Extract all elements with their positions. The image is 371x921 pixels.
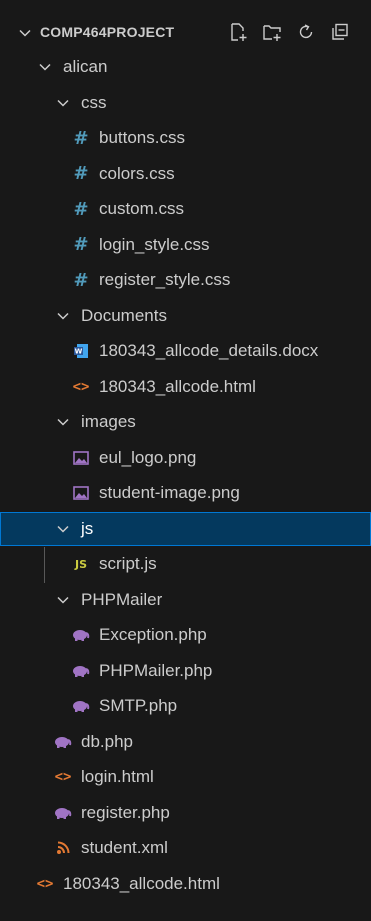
php-file-icon <box>54 804 72 822</box>
file-row[interactable]: Exception.php <box>0 618 371 652</box>
folder-label: Documents <box>81 305 167 325</box>
refresh-icon[interactable] <box>294 20 318 44</box>
file-label: PHPMailer.php <box>99 660 213 680</box>
file-row[interactable]: eul_logo.png <box>0 441 371 475</box>
php-file-icon <box>72 662 90 680</box>
svg-text:W: W <box>75 348 83 356</box>
collapse-all-icon[interactable] <box>328 20 352 44</box>
file-label: 180343_allcode_details.docx <box>99 341 319 360</box>
php-file-icon <box>54 733 72 751</box>
image-file-icon <box>72 484 90 502</box>
css-file-icon: # <box>73 127 89 149</box>
file-label: custom.css <box>99 199 185 218</box>
folder-label: images <box>81 412 136 431</box>
folder-row[interactable]: alican <box>0 50 371 84</box>
folder-label: js <box>81 518 94 538</box>
file-row[interactable]: # buttons.css <box>0 121 371 155</box>
file-row[interactable]: <> login.html <box>0 760 371 794</box>
chevron-down-icon <box>54 413 72 431</box>
file-label: 180343_allcode.html <box>99 376 256 396</box>
chevron-down-icon <box>54 94 72 112</box>
file-row[interactable]: # colors.css <box>0 157 371 191</box>
image-file-icon <box>72 449 90 467</box>
html-file-icon: <> <box>72 378 90 395</box>
css-file-icon: # <box>73 234 89 255</box>
explorer-header[interactable]: COMP464PROJECT <box>0 18 371 48</box>
file-label: eul_logo.png <box>99 447 197 467</box>
folder-label: alican <box>63 57 108 76</box>
folder-row[interactable]: images <box>0 405 371 439</box>
file-label: login_style.css <box>99 234 210 254</box>
chevron-down-icon <box>54 591 72 609</box>
css-file-icon: # <box>73 198 89 220</box>
project-title: COMP464PROJECT <box>40 24 175 40</box>
file-label: script.js <box>99 554 157 573</box>
folder-row[interactable]: PHPMailer <box>0 583 371 617</box>
file-label: register.php <box>81 802 170 822</box>
file-label: login.html <box>81 767 154 786</box>
file-row[interactable]: db.php <box>0 725 371 759</box>
file-row[interactable]: student.xml <box>0 831 371 865</box>
folder-row[interactable]: js <box>0 511 371 546</box>
docx-file-icon: W <box>72 342 90 360</box>
folder-row[interactable]: Documents <box>0 299 371 333</box>
new-folder-icon[interactable] <box>260 20 284 44</box>
chevron-down-icon[interactable] <box>18 25 32 45</box>
php-file-icon <box>72 626 90 644</box>
file-row[interactable]: W 180343_allcode_details.docx <box>0 334 371 368</box>
explorer-actions <box>226 20 352 44</box>
html-file-icon: <> <box>36 875 54 892</box>
css-file-icon: # <box>73 163 89 184</box>
file-row[interactable]: <> 180343_allcode.html <box>0 370 371 404</box>
file-row[interactable]: # custom.css <box>0 192 371 226</box>
file-label: student.xml <box>81 838 168 857</box>
file-label: register_style.css <box>99 270 231 289</box>
indent-guide <box>44 547 45 583</box>
html-file-icon: <> <box>54 769 72 785</box>
file-row[interactable]: # login_style.css <box>0 228 371 262</box>
file-label: db.php <box>81 731 133 751</box>
file-row[interactable]: SMTP.php <box>0 689 371 723</box>
folder-row[interactable]: css <box>0 86 371 120</box>
file-row[interactable]: # register_style.css <box>0 263 371 297</box>
chevron-down-icon <box>54 520 72 538</box>
file-label: Exception.php <box>99 625 207 644</box>
js-file-icon: JS <box>74 557 87 571</box>
folder-label: PHPMailer <box>81 589 163 609</box>
file-row[interactable]: PHPMailer.php <box>0 654 371 688</box>
css-file-icon: # <box>73 269 89 291</box>
folder-label: css <box>81 92 107 112</box>
rss-xml-file-icon <box>54 839 72 857</box>
file-row[interactable]: register.php <box>0 796 371 830</box>
file-label: 180343_allcode.html <box>63 873 220 893</box>
file-explorer: COMP464PROJECT alican css # buttons.css # col… <box>0 0 371 921</box>
file-label: buttons.css <box>99 128 185 147</box>
chevron-down-icon <box>54 307 72 325</box>
chevron-down-icon <box>36 58 54 76</box>
file-label: SMTP.php <box>99 696 178 715</box>
new-file-icon[interactable] <box>226 20 250 44</box>
file-label: colors.css <box>99 163 175 183</box>
file-row[interactable]: <> 180343_allcode.html <box>0 867 371 901</box>
file-row[interactable]: student-image.png <box>0 476 371 510</box>
file-row[interactable]: JS script.js <box>0 547 371 581</box>
php-file-icon <box>72 697 90 715</box>
file-label: student-image.png <box>99 483 240 502</box>
